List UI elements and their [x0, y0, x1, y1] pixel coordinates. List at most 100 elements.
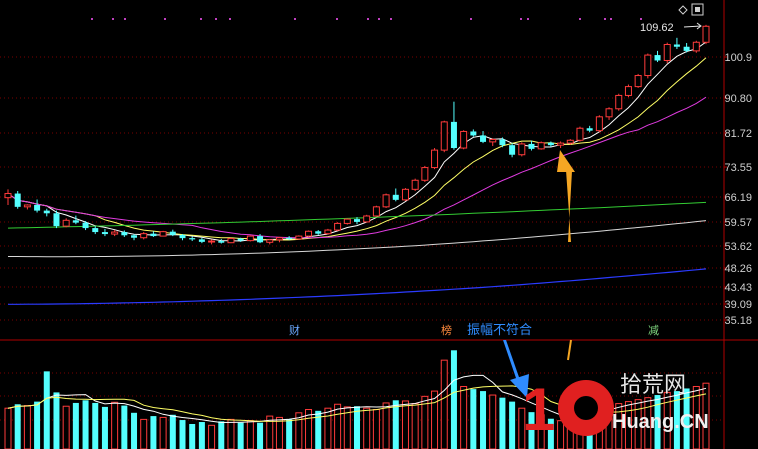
candle-body-down — [654, 55, 661, 61]
price-tick-label: 39.09 — [724, 299, 752, 311]
candle-body-up — [227, 238, 235, 244]
candle-body-up — [382, 194, 390, 208]
candle-body-down — [43, 210, 50, 214]
volume-bar-down — [150, 416, 157, 449]
price-tick-label: 66.19 — [724, 192, 752, 204]
volume-bar-down — [392, 400, 399, 449]
candle-body-down — [450, 121, 457, 149]
price-axis: 100.9 90.80 81.72 73.55 66.19 59.57 53.62 48.26… — [724, 52, 752, 327]
candle-body-down — [82, 222, 89, 229]
candle-body-up — [605, 108, 613, 118]
candle-body-down — [257, 236, 264, 243]
svg-text:拾荒网: 拾荒网 — [620, 373, 686, 398]
candle-body-up — [295, 235, 303, 240]
candle-body-down — [169, 231, 176, 235]
marker-finance[interactable]: 财 — [289, 323, 300, 337]
candle-body-up — [692, 41, 700, 52]
candle-body-up — [246, 235, 254, 242]
volume-bar-down — [72, 402, 79, 449]
candle-body-up — [702, 25, 710, 43]
volume-bar-down — [189, 423, 196, 449]
volume-bar-up — [440, 359, 448, 449]
moving-average-lines — [7, 41, 707, 305]
candle-body-up — [159, 231, 167, 237]
volume-bar-down — [257, 422, 264, 449]
volume-bar-down — [131, 412, 138, 449]
volume-bar-up — [246, 420, 254, 449]
candle-body-up — [634, 75, 642, 88]
max-price-label: 109.62 — [640, 22, 674, 34]
volume-bar-down — [450, 350, 457, 449]
candle-body-up — [566, 139, 574, 144]
price-tick-label: 81.72 — [724, 128, 752, 140]
volume-bar-up — [62, 405, 70, 449]
candle-body-up — [411, 179, 419, 190]
marker-reduce[interactable]: 减 — [648, 324, 659, 337]
volume-bar-down — [354, 406, 360, 449]
candle-body-up — [372, 206, 380, 217]
candle-body-up — [4, 193, 12, 199]
candle-body-up — [518, 143, 526, 156]
candle-body-up — [23, 204, 31, 208]
volume-bar-down — [499, 397, 506, 449]
window-icon[interactable] — [691, 3, 704, 16]
price-tick-label: 53.62 — [724, 241, 752, 253]
candle-body-down — [72, 220, 79, 223]
stock-chart[interactable]: 100.9 90.80 81.72 73.55 66.19 59.57 53.62 48.26… — [0, 0, 758, 449]
candlestick-series — [4, 24, 710, 245]
yellow-arrow-icon — [557, 150, 575, 242]
price-tick-label: 90.80 — [724, 93, 752, 105]
candle-body-down — [673, 44, 680, 47]
candle-body-up — [363, 215, 371, 223]
volume-bar-up — [431, 390, 439, 449]
volume-bar-down — [169, 414, 176, 449]
volume-bar-up — [227, 418, 235, 449]
volume-bar-up — [111, 401, 119, 449]
candle-body-up — [576, 127, 584, 141]
event-dots — [91, 18, 642, 20]
volume-bar-down — [179, 420, 186, 449]
volume-bar-down — [121, 405, 128, 449]
price-tick-label: 48.26 — [724, 263, 752, 275]
volume-bar-down — [14, 404, 21, 449]
candle-body-down — [237, 238, 244, 241]
candle-body-up — [343, 218, 351, 224]
candle-body-down — [34, 204, 41, 211]
candle-body-down — [528, 143, 535, 149]
price-tick-label: 35.18 — [724, 315, 752, 327]
volume-bar-down — [286, 419, 293, 449]
candle-body-up — [537, 142, 545, 150]
diamond-icon[interactable] — [678, 5, 688, 15]
candle-body-up — [208, 240, 216, 243]
price-tick-label: 100.9 — [724, 52, 752, 64]
svg-text:1: 1 — [522, 376, 555, 443]
candle-body-down — [189, 238, 196, 240]
volume-bar-up — [557, 420, 565, 449]
ma60-line — [7, 201, 707, 229]
candle-body-up — [401, 188, 409, 201]
candle-body-up — [421, 167, 429, 181]
candle-body-up — [111, 231, 119, 235]
candle-body-down — [121, 232, 128, 236]
candle-body-down — [509, 145, 516, 155]
candle-body-up — [305, 230, 313, 237]
candle-body-down — [14, 193, 21, 207]
candle-body-down — [150, 233, 157, 237]
volume-bar-up — [460, 385, 468, 449]
candle-body-down — [547, 142, 554, 146]
volume-bar-up — [334, 403, 342, 449]
volume-bar-up — [489, 394, 497, 449]
candle-body-down — [470, 131, 477, 136]
price-tick-label: 73.55 — [724, 162, 752, 174]
candle-body-up — [275, 237, 283, 241]
marker-list[interactable]: 榜 — [441, 323, 452, 337]
volume-bar-up — [159, 416, 167, 449]
volume-bar-down — [101, 406, 108, 449]
price-tick-label: 43.43 — [724, 282, 752, 294]
volume-bar-up — [4, 407, 12, 449]
volume-bar-down — [53, 392, 60, 449]
candle-body-down — [53, 213, 60, 227]
svg-text:Huang.CN: Huang.CN — [612, 411, 709, 433]
candle-body-up — [334, 222, 342, 231]
candle-body-up — [266, 239, 274, 243]
